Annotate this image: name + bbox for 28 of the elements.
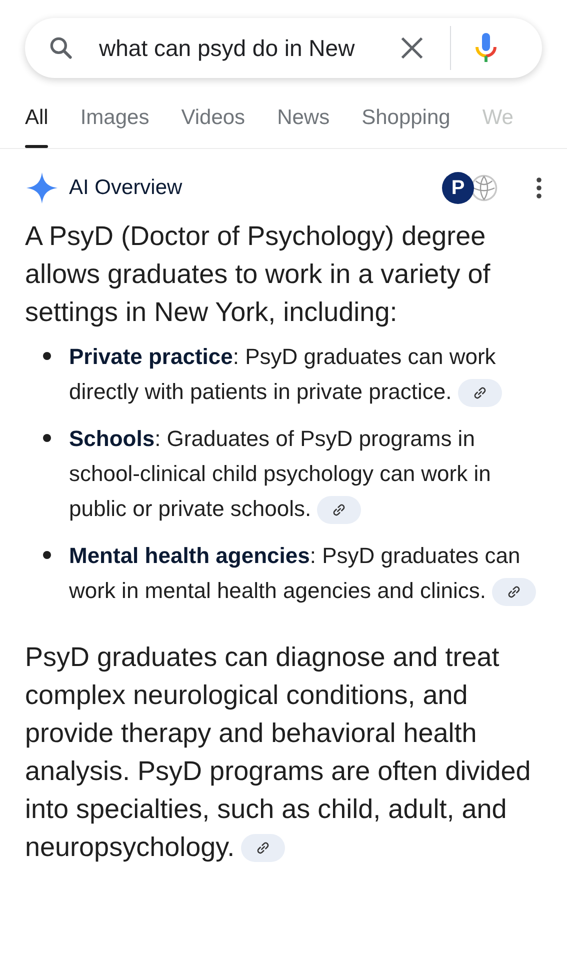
link-icon [472,384,488,401]
overview-paragraph: A PsyD (Doctor of Psychology) degree allows graduates to work in a variety of settings in New York, including: [25,220,492,329]
bullet-text: Schools: Graduates of PsyD programs in school-clinical child psychology can work in public or private schools. [69,420,542,526]
more-options-icon[interactable] [536,176,542,198]
bullet-text: Private practice: PsyD graduates can work directly with patients in private practice. [69,338,542,408]
link-chip[interactable] [317,496,362,524]
link-chip[interactable] [492,578,536,606]
tab[interactable]: Shopping [362,102,450,148]
tab[interactable]: Images [80,102,150,148]
overview-paragraph: PsyD graduates can diagnose and treat complex neurological conditions, and provide therapy and behavioral health analysis. PsyD programs are often divided into specialties, such as child, adult, and neuropsychology. [25,640,532,864]
source-logo: P [442,172,474,204]
tab[interactable]: News [277,102,330,148]
search-query: what can psyd do in New [99,34,356,63]
close-icon[interactable] [399,35,425,61]
source-favicons[interactable]: P [442,172,498,204]
globe-icon [470,174,498,202]
tab[interactable]: All [25,102,48,148]
sparkle-icon [25,170,59,204]
section-title: AI Overview [69,174,182,201]
link-icon [506,584,522,600]
tab[interactable]: Videos [181,102,246,148]
bullet-text: Mental health agencies: PsyD graduates can work in mental health agencies and clinics. [69,538,542,608]
link-icon [331,502,348,518]
microphone-icon[interactable] [473,31,499,65]
link-icon [254,840,271,856]
search-field[interactable]: what can psyd do in New [25,18,542,78]
link-chip[interactable] [458,378,502,407]
link-chip[interactable] [240,834,285,862]
